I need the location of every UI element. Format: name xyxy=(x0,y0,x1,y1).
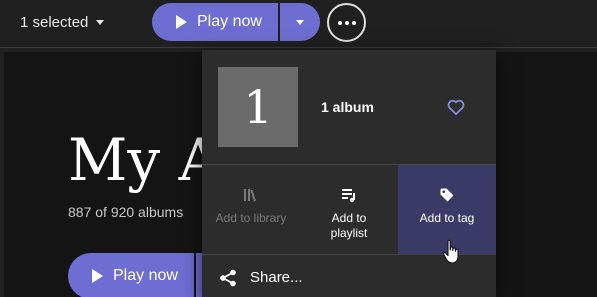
album-count: 887 of 920 albums xyxy=(68,204,184,220)
add-to-library-label: Add to library xyxy=(215,211,287,225)
play-icon xyxy=(92,269,103,283)
play-options-button[interactable] xyxy=(280,3,320,41)
play-icon xyxy=(176,15,187,29)
add-to-playlist-button[interactable]: Add to playlist xyxy=(300,165,398,254)
album-thumbnail: 1 xyxy=(218,67,298,147)
page-play-now-label: Play now xyxy=(113,267,178,284)
selection-summary: 1 album xyxy=(321,99,374,115)
tag-icon xyxy=(440,188,454,202)
play-now-button[interactable]: Play now xyxy=(152,3,278,41)
page-play-now-button[interactable]: Play now xyxy=(68,253,194,297)
play-now-label: Play now xyxy=(197,13,262,30)
selection-dropdown[interactable]: 1 selected xyxy=(20,12,105,32)
top-bar-divider xyxy=(0,47,597,48)
add-to-library-button[interactable]: Add to library xyxy=(202,165,300,254)
chevron-down-icon xyxy=(296,19,304,25)
heart-icon[interactable] xyxy=(446,97,466,117)
page-title: My A xyxy=(68,126,221,194)
selection-label: 1 selected xyxy=(20,13,89,31)
hand-pointer-icon xyxy=(443,239,459,264)
share-label: Share... xyxy=(250,269,303,286)
album-thumbnail-text: 1 xyxy=(243,80,273,134)
menu-header: 1 1 album xyxy=(202,50,496,164)
add-to-tag-label: Add to tag xyxy=(419,211,475,225)
more-dots-icon xyxy=(337,20,342,25)
chevron-down-icon xyxy=(96,19,105,25)
library-icon xyxy=(244,189,256,202)
add-to-playlist-label: Add to playlist xyxy=(330,211,368,240)
more-options-button[interactable] xyxy=(327,3,366,42)
share-icon xyxy=(220,269,236,286)
playlist-add-icon xyxy=(342,189,355,203)
play-split-button: Play now xyxy=(152,3,320,41)
